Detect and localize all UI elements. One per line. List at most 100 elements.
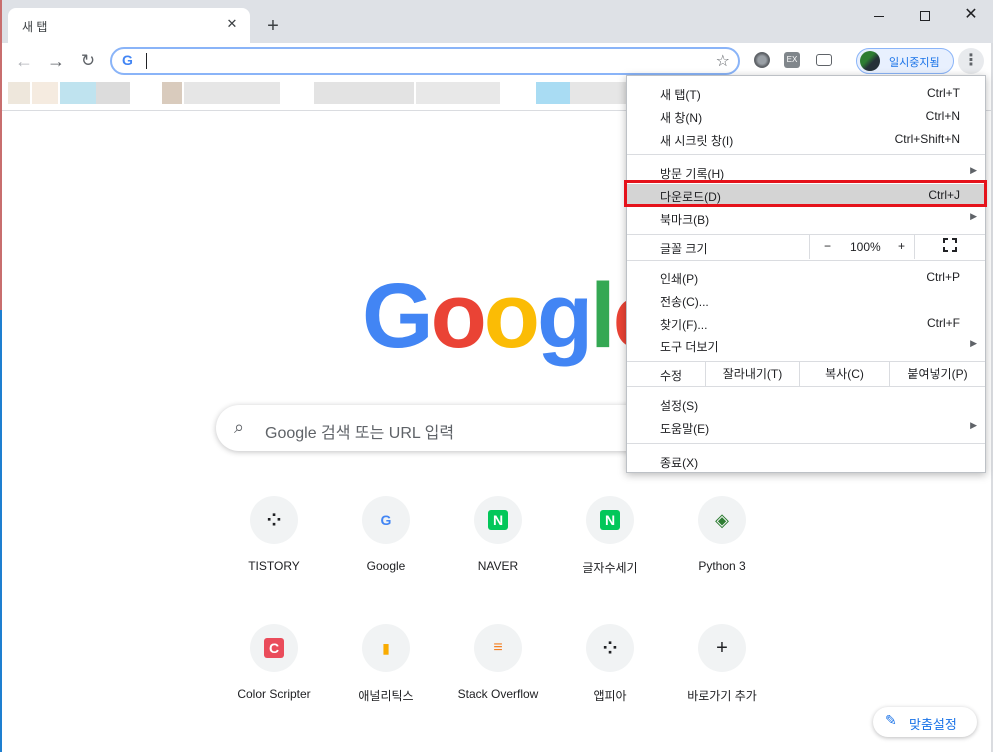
bookmark-item[interactable] [570, 82, 626, 104]
shortcut-tile[interactable]: ⁘ 앱피아 [554, 624, 666, 736]
copy-button[interactable]: 복사(C) [799, 362, 889, 386]
maximize-icon [920, 11, 930, 22]
shortcut-tile[interactable]: N 글자수세기 [554, 496, 666, 608]
bookmark-item[interactable] [162, 82, 182, 104]
menu-item-exit[interactable]: 종료(X) [627, 450, 985, 473]
tile-glyph: ◈ [715, 510, 729, 530]
tile-glyph: ⁘ [602, 638, 618, 658]
menu-item-print[interactable]: 인쇄(P) Ctrl+P [627, 266, 985, 289]
menu-item-settings[interactable]: 설정(S) [627, 393, 985, 416]
tile-label: 글자수세기 [582, 561, 638, 575]
menu-item-shortcut: Ctrl+F [927, 316, 960, 330]
menu-item-label: 전송(C)... [660, 295, 709, 309]
cut-button[interactable]: 잘라내기(T) [705, 362, 799, 386]
shortcut-tile[interactable]: C Color Scripter [218, 624, 330, 736]
downloads-highlight-box [624, 180, 987, 207]
zoom-out-button[interactable]: − [824, 239, 831, 253]
menu-item-label: 종료(X) [660, 456, 699, 470]
bookmark-item[interactable] [32, 82, 58, 104]
add-icon: + [698, 624, 746, 672]
chrome-menu-button[interactable]: ⋮ [958, 48, 984, 74]
new-tab-button[interactable]: + [260, 13, 286, 39]
tile-glyph: ▮ [382, 640, 390, 656]
menu-item-label: 새 탭(T) [660, 88, 701, 102]
logo-letter: g [536, 265, 593, 367]
menu-item-new-tab[interactable]: 새 탭(T) Ctrl+T [627, 82, 985, 105]
edit-label: 수정 [660, 369, 683, 383]
customize-button[interactable]: ✎ 맞춤설정 [873, 707, 977, 737]
bookmark-item[interactable] [60, 82, 96, 104]
tab-new-tab[interactable]: 새 탭 ✕ [8, 8, 250, 43]
google-logo: Google [362, 264, 664, 369]
google-icon: G [362, 496, 410, 544]
tab-close-icon[interactable]: ✕ [224, 16, 240, 32]
maximize-button[interactable] [902, 0, 948, 30]
extension-circle-icon[interactable] [754, 52, 770, 68]
address-input[interactable] [150, 52, 690, 72]
submenu-arrow-icon: ▶ [970, 211, 977, 221]
tile-glyph: + [716, 637, 728, 659]
bookmark-item[interactable] [8, 82, 30, 104]
menu-item-label: 인쇄(P) [660, 272, 699, 286]
customize-label: 맞춤설정 [909, 717, 957, 732]
menu-item-new-window[interactable]: 새 창(N) Ctrl+N [627, 105, 985, 128]
extension-ex-icon[interactable]: EX [784, 52, 800, 68]
shortcut-tile[interactable]: ▮ 애널리틱스 [330, 624, 442, 736]
menu-item-shortcut: Ctrl+T [927, 86, 960, 100]
menu-item-label: 북마크(B) [660, 213, 710, 227]
add-shortcut-tile[interactable]: + 바로가기 추가 [666, 624, 778, 736]
forward-button[interactable]: → [42, 47, 70, 75]
tile-label: Google [366, 559, 406, 573]
submenu-arrow-icon: ▶ [970, 338, 977, 348]
tile-label: TISTORY [248, 559, 300, 573]
shortcut-tile[interactable]: G Google [330, 496, 442, 608]
menu-item-more-tools[interactable]: 도구 더보기 ▶ [627, 334, 985, 357]
menu-item-incognito[interactable]: 새 시크릿 창(I) Ctrl+Shift+N [627, 128, 985, 151]
zoom-level: 100% [850, 240, 881, 254]
bookmark-item[interactable] [536, 82, 570, 104]
tile-glyph: C [264, 638, 284, 658]
text-caret [146, 53, 147, 69]
menu-item-label: 새 창(N) [660, 111, 703, 125]
stack-overflow-icon: ≡ [474, 624, 522, 672]
menu-item-label: 새 시크릿 창(I) [660, 134, 734, 148]
shortcut-tile[interactable]: ◈ Python 3 [666, 496, 778, 608]
menu-item-cast[interactable]: 전송(C)... [627, 289, 985, 312]
pencil-icon: ✎ [885, 712, 897, 728]
bookmark-star-icon[interactable]: ☆ [716, 51, 730, 71]
back-button[interactable]: ← [10, 47, 38, 75]
omnibox[interactable]: G ☆ [110, 47, 740, 75]
reload-button[interactable]: ↻ [74, 47, 102, 75]
bookmark-item[interactable] [184, 82, 280, 104]
zoom-label: 글꼴 크기 [660, 242, 708, 256]
minimize-icon [874, 15, 884, 17]
close-window-button[interactable]: ✕ [948, 0, 993, 30]
menu-separator [627, 154, 985, 155]
menu-item-label: 도구 더보기 [660, 340, 719, 354]
naver-icon: N [586, 496, 634, 544]
minimize-button[interactable] [856, 0, 902, 30]
profile-button[interactable]: 일시중지됨 [856, 48, 954, 74]
toolbar: ← → ↻ G ☆ EX 일시중지됨 ⋮ [2, 43, 993, 79]
menu-item-shortcut: Ctrl+Shift+N [894, 132, 960, 146]
extension-cast-icon[interactable] [816, 54, 832, 66]
google-g-icon: G [122, 52, 133, 68]
logo-letter: o [430, 265, 487, 367]
paste-button[interactable]: 붙여넣기(P) [889, 362, 985, 386]
menu-item-help[interactable]: 도움말(E) ▶ [627, 416, 985, 439]
shortcut-tile[interactable]: N NAVER [442, 496, 554, 608]
menu-item-bookmarks[interactable]: 북마크(B) ▶ [627, 207, 985, 230]
shortcut-tile[interactable]: ⁘ TISTORY [218, 496, 330, 608]
search-placeholder: Google 검색 또는 URL 입력 [265, 425, 455, 442]
bookmark-item[interactable] [314, 82, 414, 104]
zoom-in-button[interactable]: + [898, 239, 905, 253]
tile-glyph: ⁘ [266, 510, 282, 530]
bookmark-item[interactable] [96, 82, 130, 104]
menu-separator [627, 386, 985, 387]
color-scripter-icon: C [250, 624, 298, 672]
tile-label: Stack Overflow [457, 687, 539, 701]
bookmark-item[interactable] [416, 82, 500, 104]
fullscreen-icon[interactable] [943, 238, 957, 252]
menu-item-find[interactable]: 찾기(F)... Ctrl+F [627, 312, 985, 335]
shortcut-tile[interactable]: ≡ Stack Overflow [442, 624, 554, 736]
